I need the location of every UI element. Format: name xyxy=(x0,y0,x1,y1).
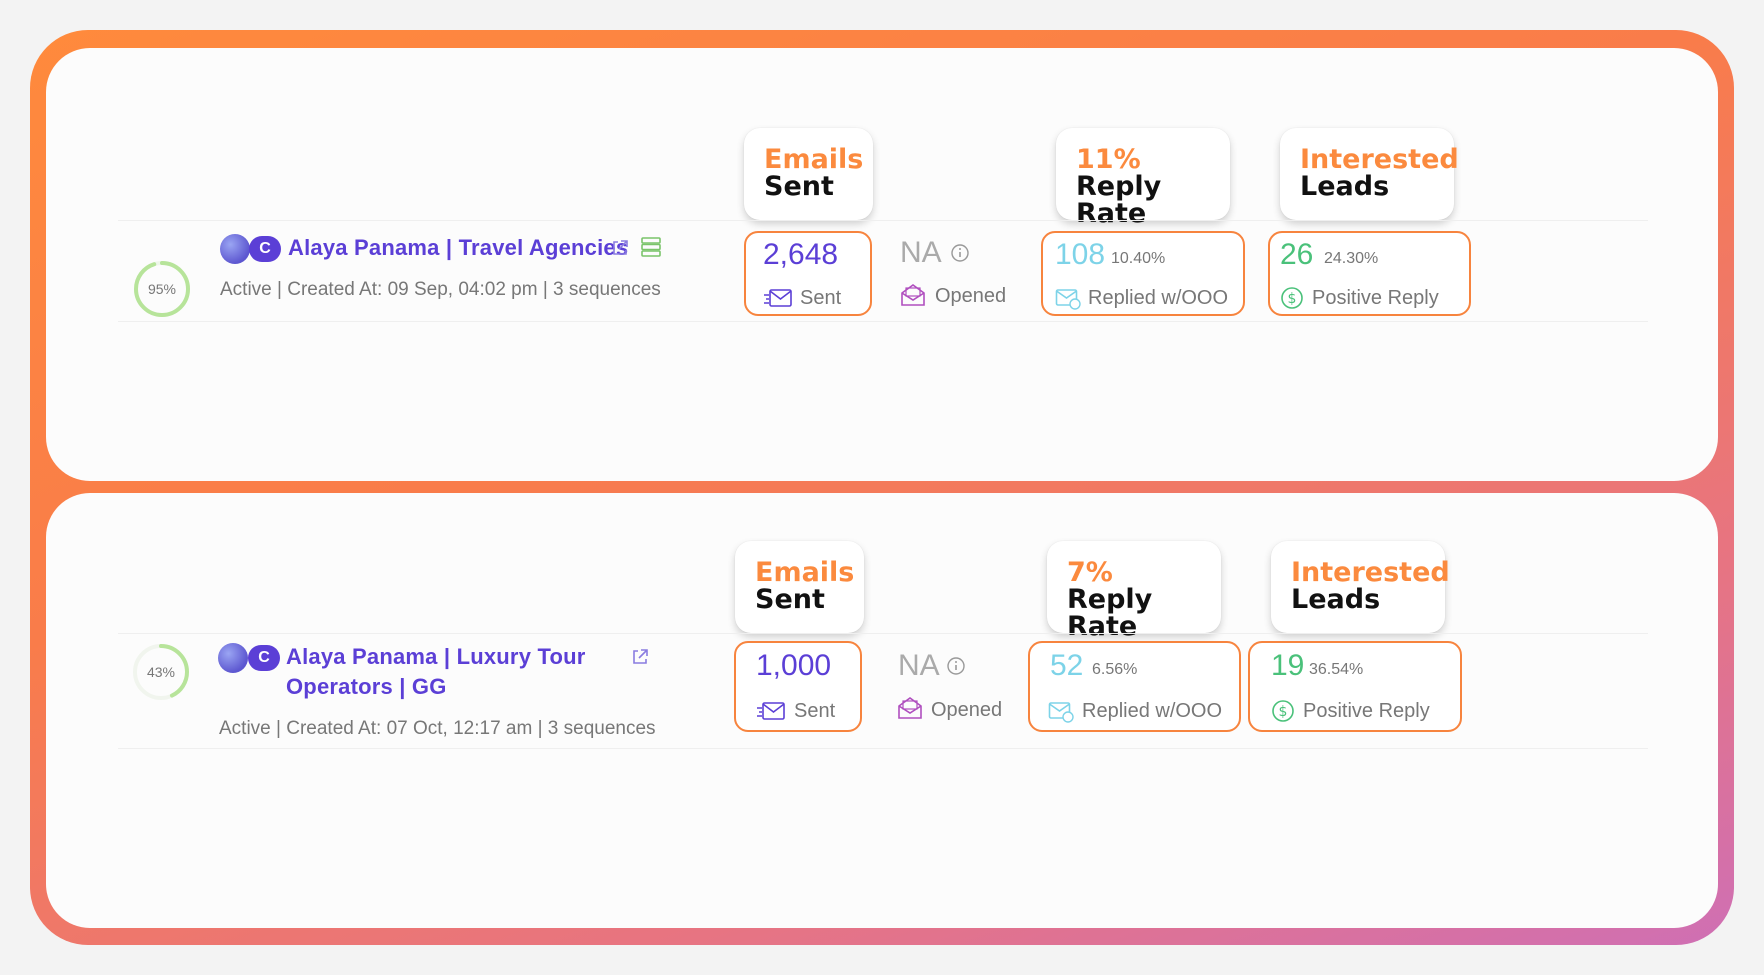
opened-label: Opened xyxy=(931,699,1003,721)
progress-label: 43% xyxy=(146,664,176,680)
opened-value: NA xyxy=(898,649,940,682)
positive-reply-box[interactable]: 19 36.54% $ Positive Reply xyxy=(1248,641,1462,732)
reply-mail-icon xyxy=(1048,701,1074,728)
reply-rate-header: 11% Reply Rate xyxy=(1056,128,1230,227)
header-line-1: 7% xyxy=(1067,557,1113,588)
replied-percent: 10.40% xyxy=(1111,250,1166,267)
replied-value: 52 xyxy=(1050,649,1084,682)
avatar xyxy=(220,234,250,264)
emails-sent-header: Emails Sent xyxy=(744,128,873,220)
header-line-1: Emails xyxy=(764,144,864,175)
positive-label: Positive Reply xyxy=(1312,287,1439,309)
header-line-2: Leads xyxy=(1300,171,1390,202)
replied-box[interactable]: 108 10.40% Replied w/OOO xyxy=(1041,231,1245,316)
replied-label: Replied w/OOO xyxy=(1082,700,1223,722)
reply-rate-header: 7% Reply Rate xyxy=(1047,541,1221,640)
campaign-name-link[interactable]: Alaya Panama | Travel Agencies xyxy=(288,233,628,263)
screenshot-background: Emails Sent 11% Reply Rate Interested Le… xyxy=(0,0,1764,975)
campaign-name-line-1: Alaya Panama | Luxury Tour xyxy=(286,644,586,669)
header-line-1: 11% xyxy=(1076,144,1141,175)
opened-value: NA xyxy=(900,236,942,269)
header-line-2: Sent xyxy=(755,584,825,615)
header-line-2: Leads xyxy=(1291,584,1381,615)
sent-label: Sent xyxy=(794,700,836,722)
campaign-card: Emails Sent 7% Reply Rate Interested Lea… xyxy=(46,493,1718,928)
replied-label: Replied w/OOO xyxy=(1088,287,1229,309)
header-line-1: Emails xyxy=(755,557,855,588)
campaign-meta: Active | Created At: 09 Sep, 04:02 pm | … xyxy=(220,279,661,300)
emails-sent-box[interactable]: 2,648 Sent xyxy=(744,231,872,316)
opened-label: Opened xyxy=(935,285,1007,307)
campaign-row[interactable]: 43% C Alaya Panama | Luxury Tour Operato… xyxy=(118,633,1648,749)
svg-text:$: $ xyxy=(1288,291,1297,307)
reply-mail-icon xyxy=(1055,288,1081,315)
header-line-1: Interested xyxy=(1291,557,1450,588)
progress-label: 95% xyxy=(147,281,177,297)
sent-value: 2,648 xyxy=(763,238,839,271)
open-mail-icon xyxy=(897,696,923,725)
avatar xyxy=(218,643,248,673)
open-mail-icon xyxy=(900,283,926,312)
positive-value: 19 xyxy=(1271,649,1305,682)
send-mail-icon xyxy=(763,288,793,313)
replied-percent: 6.56% xyxy=(1092,661,1138,678)
emails-sent-box[interactable]: 1,000 Sent xyxy=(734,641,862,732)
sent-value: 1,000 xyxy=(756,649,832,682)
dollar-icon: $ xyxy=(1280,286,1304,315)
progress-ring: 95% xyxy=(132,259,192,319)
database-icon[interactable] xyxy=(640,236,662,263)
campaign-row[interactable]: 95% C Alaya Panama | Travel Agencies Act… xyxy=(118,220,1648,322)
interested-leads-header: Interested Leads xyxy=(1280,128,1459,220)
positive-reply-box[interactable]: 26 24.30% $ Positive Reply xyxy=(1268,231,1471,316)
campaign-meta: Active | Created At: 07 Oct, 12:17 am | … xyxy=(219,718,656,739)
interested-leads-header: Interested Leads xyxy=(1271,541,1450,633)
client-badge: C xyxy=(249,236,281,262)
positive-percent: 36.54% xyxy=(1309,661,1364,678)
header-line-2: Sent xyxy=(764,171,834,202)
dollar-icon: $ xyxy=(1271,699,1295,728)
replied-box[interactable]: 52 6.56% Replied w/OOO xyxy=(1028,641,1241,732)
progress-ring: 43% xyxy=(131,642,191,702)
campaign-card: Emails Sent 11% Reply Rate Interested Le… xyxy=(46,48,1718,481)
positive-percent: 24.30% xyxy=(1324,250,1379,267)
send-mail-icon xyxy=(756,701,786,726)
positive-value: 26 xyxy=(1280,238,1314,271)
external-link-icon[interactable] xyxy=(610,238,630,263)
emails-sent-header: Emails Sent xyxy=(735,541,864,633)
positive-label: Positive Reply xyxy=(1303,700,1430,722)
header-line-1: Interested xyxy=(1300,144,1459,175)
campaign-name-link[interactable]: Alaya Panama | Luxury Tour Operators | G… xyxy=(286,642,585,702)
header-line-2: Reply Rate xyxy=(1076,171,1162,229)
info-icon[interactable] xyxy=(946,656,966,681)
sent-label: Sent xyxy=(800,287,842,309)
gradient-frame: Emails Sent 11% Reply Rate Interested Le… xyxy=(30,30,1734,945)
campaign-name-line-2: Operators | GG xyxy=(286,674,447,699)
header-line-2: Reply Rate xyxy=(1067,584,1153,642)
replied-value: 108 xyxy=(1055,238,1106,271)
client-badge: C xyxy=(248,645,280,671)
svg-text:$: $ xyxy=(1279,704,1288,720)
external-link-icon[interactable] xyxy=(630,647,650,672)
info-icon[interactable] xyxy=(950,243,970,268)
